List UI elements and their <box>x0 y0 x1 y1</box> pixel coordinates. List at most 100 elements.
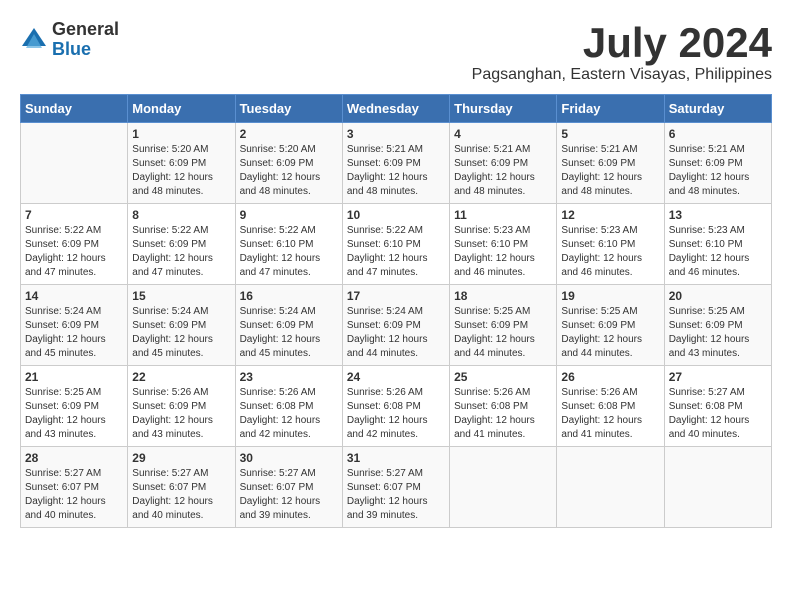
day-number: 31 <box>347 451 445 465</box>
calendar-cell: 4 Sunrise: 5:21 AM Sunset: 6:09 PM Daylig… <box>450 123 557 204</box>
calendar-cell: 27 Sunrise: 5:27 AM Sunset: 6:08 PM Dayli… <box>664 366 771 447</box>
day-info: Sunrise: 5:26 AM Sunset: 6:08 PM Dayligh… <box>454 386 552 442</box>
header-friday: Friday <box>557 95 664 123</box>
day-info: Sunrise: 5:24 AM Sunset: 6:09 PM Dayligh… <box>240 305 338 361</box>
day-number: 9 <box>240 208 338 222</box>
calendar-week-3: 21 Sunrise: 5:25 AM Sunset: 6:09 PM Dayli… <box>21 366 772 447</box>
calendar-cell: 15Sunrise: 5:24 AM Sunset: 6:09 PM Dayli… <box>128 285 235 366</box>
calendar-body: 1 Sunrise: 5:20 AM Sunset: 6:09 PM Daylig… <box>21 123 772 528</box>
day-info: Sunrise: 5:27 AM Sunset: 6:07 PM Dayligh… <box>132 467 230 523</box>
calendar-cell: 11 Sunrise: 5:23 AM Sunset: 6:10 PM Dayli… <box>450 204 557 285</box>
day-info: Sunrise: 5:25 AM Sunset: 6:09 PM Dayligh… <box>561 305 659 361</box>
calendar-cell: 7 Sunrise: 5:22 AM Sunset: 6:09 PM Daylig… <box>21 204 128 285</box>
main-title: July 2024 <box>472 20 772 66</box>
calendar-cell: 26 Sunrise: 5:26 AM Sunset: 6:08 PM Dayli… <box>557 366 664 447</box>
day-info: Sunrise: 5:24 AM Sunset: 6:09 PM Dayligh… <box>25 305 123 361</box>
calendar-cell: 23Sunrise: 5:26 AM Sunset: 6:08 PM Dayli… <box>235 366 342 447</box>
day-number: 1 <box>132 127 230 141</box>
day-info: Sunrise: 5:21 AM Sunset: 6:09 PM Dayligh… <box>561 143 659 199</box>
calendar-cell: 9 Sunrise: 5:22 AM Sunset: 6:10 PM Daylig… <box>235 204 342 285</box>
day-info: Sunrise: 5:23 AM Sunset: 6:10 PM Dayligh… <box>669 224 767 280</box>
day-number: 12 <box>561 208 659 222</box>
day-info: Sunrise: 5:27 AM Sunset: 6:07 PM Dayligh… <box>25 467 123 523</box>
day-info: Sunrise: 5:20 AM Sunset: 6:09 PM Dayligh… <box>240 143 338 199</box>
day-number: 2 <box>240 127 338 141</box>
logo-text: General Blue <box>52 20 119 60</box>
day-number: 18 <box>454 289 552 303</box>
logo-icon <box>20 26 48 54</box>
day-info: Sunrise: 5:25 AM Sunset: 6:09 PM Dayligh… <box>25 386 123 442</box>
calendar-cell <box>557 447 664 528</box>
calendar-cell: 28 Sunrise: 5:27 AM Sunset: 6:07 PM Dayli… <box>21 447 128 528</box>
day-number: 30 <box>240 451 338 465</box>
day-number: 27 <box>669 370 767 384</box>
day-info: Sunrise: 5:22 AM Sunset: 6:09 PM Dayligh… <box>25 224 123 280</box>
day-info: Sunrise: 5:25 AM Sunset: 6:09 PM Dayligh… <box>454 305 552 361</box>
logo-general: General <box>52 20 119 40</box>
calendar-cell: 18 Sunrise: 5:25 AM Sunset: 6:09 PM Dayli… <box>450 285 557 366</box>
header-thursday: Thursday <box>450 95 557 123</box>
day-number: 11 <box>454 208 552 222</box>
day-number: 10 <box>347 208 445 222</box>
calendar-cell: 2 Sunrise: 5:20 AM Sunset: 6:09 PM Daylig… <box>235 123 342 204</box>
day-info: Sunrise: 5:23 AM Sunset: 6:10 PM Dayligh… <box>561 224 659 280</box>
header-monday: Monday <box>128 95 235 123</box>
calendar-cell <box>664 447 771 528</box>
calendar-cell: 3Sunrise: 5:21 AM Sunset: 6:09 PM Daylig… <box>342 123 449 204</box>
calendar-cell: 13 Sunrise: 5:23 AM Sunset: 6:10 PM Dayli… <box>664 204 771 285</box>
day-number: 21 <box>25 370 123 384</box>
day-info: Sunrise: 5:21 AM Sunset: 6:09 PM Dayligh… <box>669 143 767 199</box>
day-info: Sunrise: 5:22 AM Sunset: 6:09 PM Dayligh… <box>132 224 230 280</box>
day-number: 28 <box>25 451 123 465</box>
header-row: Sunday Monday Tuesday Wednesday Thursday… <box>21 95 772 123</box>
calendar-cell: 12 Sunrise: 5:23 AM Sunset: 6:10 PM Dayli… <box>557 204 664 285</box>
title-area: July 2024 Pagsanghan, Eastern Visayas, P… <box>472 20 772 84</box>
calendar-cell: 29 Sunrise: 5:27 AM Sunset: 6:07 PM Dayli… <box>128 447 235 528</box>
day-info: Sunrise: 5:25 AM Sunset: 6:09 PM Dayligh… <box>669 305 767 361</box>
day-number: 4 <box>454 127 552 141</box>
day-info: Sunrise: 5:26 AM Sunset: 6:08 PM Dayligh… <box>561 386 659 442</box>
day-info: Sunrise: 5:27 AM Sunset: 6:08 PM Dayligh… <box>669 386 767 442</box>
day-number: 7 <box>25 208 123 222</box>
calendar-cell <box>21 123 128 204</box>
page-header: General Blue July 2024 Pagsanghan, Easte… <box>20 20 772 84</box>
calendar-cell: 6 Sunrise: 5:21 AM Sunset: 6:09 PM Daylig… <box>664 123 771 204</box>
header-tuesday: Tuesday <box>235 95 342 123</box>
calendar-cell: 21 Sunrise: 5:25 AM Sunset: 6:09 PM Dayli… <box>21 366 128 447</box>
day-info: Sunrise: 5:26 AM Sunset: 6:08 PM Dayligh… <box>240 386 338 442</box>
day-number: 8 <box>132 208 230 222</box>
day-info: Sunrise: 5:21 AM Sunset: 6:09 PM Dayligh… <box>454 143 552 199</box>
day-number: 29 <box>132 451 230 465</box>
calendar-cell: 17Sunrise: 5:24 AM Sunset: 6:09 PM Dayli… <box>342 285 449 366</box>
day-info: Sunrise: 5:23 AM Sunset: 6:10 PM Dayligh… <box>454 224 552 280</box>
calendar-cell: 20 Sunrise: 5:25 AM Sunset: 6:09 PM Dayli… <box>664 285 771 366</box>
calendar-cell: 24Sunrise: 5:26 AM Sunset: 6:08 PM Dayli… <box>342 366 449 447</box>
header-wednesday: Wednesday <box>342 95 449 123</box>
calendar-week-0: 1 Sunrise: 5:20 AM Sunset: 6:09 PM Daylig… <box>21 123 772 204</box>
calendar-cell: 5Sunrise: 5:21 AM Sunset: 6:09 PM Daylig… <box>557 123 664 204</box>
day-info: Sunrise: 5:22 AM Sunset: 6:10 PM Dayligh… <box>240 224 338 280</box>
day-number: 25 <box>454 370 552 384</box>
subtitle: Pagsanghan, Eastern Visayas, Philippines <box>472 66 772 84</box>
day-number: 6 <box>669 127 767 141</box>
day-number: 17 <box>347 289 445 303</box>
day-number: 26 <box>561 370 659 384</box>
header-saturday: Saturday <box>664 95 771 123</box>
logo: General Blue <box>20 20 119 60</box>
calendar-week-2: 14Sunrise: 5:24 AM Sunset: 6:09 PM Dayli… <box>21 285 772 366</box>
day-number: 20 <box>669 289 767 303</box>
day-number: 13 <box>669 208 767 222</box>
day-info: Sunrise: 5:27 AM Sunset: 6:07 PM Dayligh… <box>240 467 338 523</box>
day-info: Sunrise: 5:22 AM Sunset: 6:10 PM Dayligh… <box>347 224 445 280</box>
calendar-cell: 10 Sunrise: 5:22 AM Sunset: 6:10 PM Dayli… <box>342 204 449 285</box>
calendar-cell: 1 Sunrise: 5:20 AM Sunset: 6:09 PM Daylig… <box>128 123 235 204</box>
logo-blue: Blue <box>52 40 119 60</box>
calendar-cell: 16 Sunrise: 5:24 AM Sunset: 6:09 PM Dayli… <box>235 285 342 366</box>
day-info: Sunrise: 5:27 AM Sunset: 6:07 PM Dayligh… <box>347 467 445 523</box>
calendar-cell: 30 Sunrise: 5:27 AM Sunset: 6:07 PM Dayli… <box>235 447 342 528</box>
header-sunday: Sunday <box>21 95 128 123</box>
day-info: Sunrise: 5:24 AM Sunset: 6:09 PM Dayligh… <box>132 305 230 361</box>
day-info: Sunrise: 5:20 AM Sunset: 6:09 PM Dayligh… <box>132 143 230 199</box>
day-number: 16 <box>240 289 338 303</box>
day-info: Sunrise: 5:26 AM Sunset: 6:09 PM Dayligh… <box>132 386 230 442</box>
